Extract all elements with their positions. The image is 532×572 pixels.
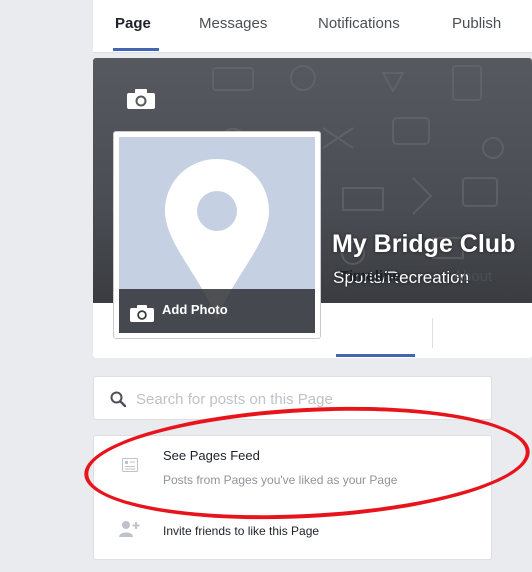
camera-icon[interactable] bbox=[126, 88, 156, 110]
tab-timeline[interactable]: Timeline bbox=[340, 268, 401, 285]
pages-feed-description: Posts from Pages you've liked as your Pa… bbox=[163, 473, 398, 487]
tab-divider bbox=[432, 318, 433, 348]
tab-about[interactable]: About bbox=[453, 268, 492, 285]
add-friend-icon bbox=[119, 521, 140, 537]
profile-picture-placeholder: Add Photo bbox=[119, 137, 315, 333]
page-title: My Bridge Club bbox=[332, 230, 516, 258]
profile-picture[interactable]: Add Photo bbox=[113, 131, 321, 339]
timeline-tab-indicator bbox=[336, 354, 415, 357]
invite-friends-item[interactable]: Invite friends to like this Page bbox=[94, 512, 491, 552]
invite-friends-link[interactable]: Invite friends to like this Page bbox=[163, 524, 319, 538]
add-photo-label: Add Photo bbox=[162, 302, 228, 317]
search-icon bbox=[110, 391, 126, 407]
page-admin-tabs: Page Messages Notifications Publish bbox=[93, 0, 532, 53]
tab-page[interactable]: Page bbox=[115, 15, 151, 32]
see-pages-feed-link[interactable]: See Pages Feed bbox=[163, 448, 260, 463]
tab-publishing-tools[interactable]: Publish bbox=[452, 15, 501, 32]
camera-icon bbox=[130, 305, 154, 322]
page-actions-list: See Pages Feed Posts from Pages you've l… bbox=[93, 435, 492, 560]
feed-icon bbox=[122, 458, 138, 472]
page-post-search bbox=[93, 376, 492, 420]
tab-messages[interactable]: Messages bbox=[199, 15, 267, 32]
tab-notifications[interactable]: Notifications bbox=[318, 15, 400, 32]
search-input[interactable] bbox=[136, 388, 476, 410]
active-tab-indicator bbox=[113, 48, 159, 51]
add-photo-button[interactable]: Add Photo bbox=[119, 289, 315, 333]
see-pages-feed-item[interactable]: See Pages Feed Posts from Pages you've l… bbox=[94, 436, 491, 497]
